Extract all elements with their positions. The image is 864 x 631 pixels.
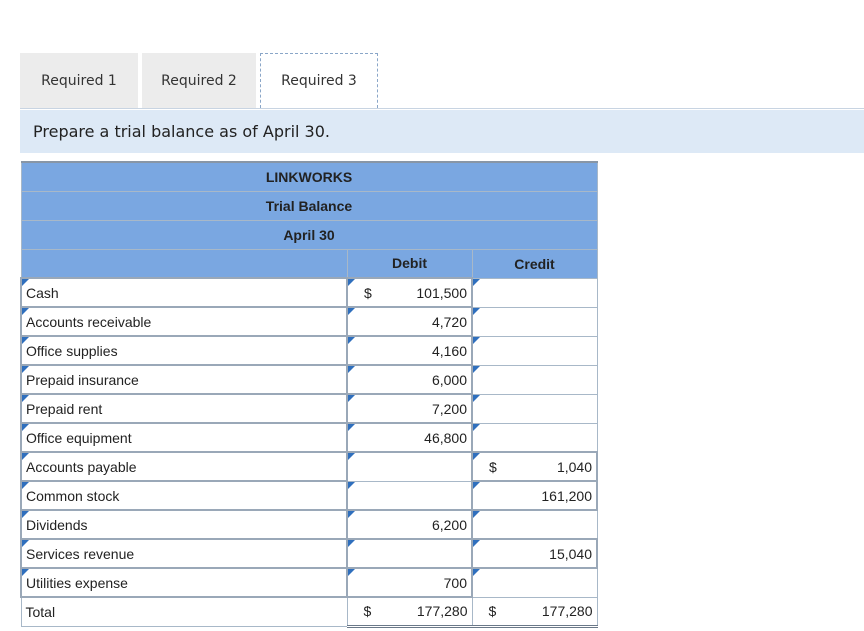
account-name-cell[interactable]: Common stock	[21, 481, 347, 510]
debit-cell-amount: 6,200	[384, 517, 467, 533]
debit-cell[interactable]: $101,500	[347, 278, 472, 307]
total-credit-amount: 177,280	[509, 603, 593, 619]
account-name-cell[interactable]: Services revenue	[21, 539, 347, 568]
account-name-cell[interactable]: Prepaid insurance	[21, 365, 347, 394]
credit-cell-amount: 161,200	[509, 488, 592, 504]
credit-cell[interactable]	[472, 394, 597, 423]
account-name-cell[interactable]: Office equipment	[21, 423, 347, 452]
debit-cell-currency: $	[352, 285, 384, 301]
credit-cell[interactable]	[472, 568, 597, 597]
total-label: Total	[21, 597, 347, 626]
tab-required-2[interactable]: Required 2	[142, 53, 256, 108]
credit-cell[interactable]	[472, 510, 597, 539]
credit-cell[interactable]	[472, 336, 597, 365]
credit-cell[interactable]: $1,040	[472, 452, 597, 481]
debit-cell[interactable]: 6,200	[347, 510, 472, 539]
debit-header: Debit	[347, 249, 472, 278]
credit-cell-currency: $	[477, 459, 509, 475]
table-row: Common stock 161,200	[21, 481, 597, 510]
trial-balance-table: LINKWORKS Trial Balance April 30 Debit C…	[20, 161, 598, 628]
account-name-cell[interactable]: Accounts receivable	[21, 307, 347, 336]
credit-cell[interactable]: 161,200	[472, 481, 597, 510]
account-name-cell[interactable]: Utilities expense	[21, 568, 347, 597]
table-row: Dividends 6,200	[21, 510, 597, 539]
debit-cell[interactable]: 4,160	[347, 336, 472, 365]
debit-cell[interactable]: 7,200	[347, 394, 472, 423]
debit-cell-amount: 46,800	[384, 430, 467, 446]
credit-cell[interactable]	[472, 365, 597, 394]
debit-cell[interactable]	[347, 539, 472, 568]
account-name-cell[interactable]: Office supplies	[21, 336, 347, 365]
debit-cell[interactable]	[347, 452, 472, 481]
account-name-cell[interactable]: Accounts payable	[21, 452, 347, 481]
table-row: Cash$101,500	[21, 278, 597, 307]
credit-cell[interactable]	[472, 278, 597, 307]
debit-cell-amount: 4,160	[384, 343, 467, 359]
debit-cell[interactable]	[347, 481, 472, 510]
debit-cell[interactable]: 4,720	[347, 307, 472, 336]
debit-cell-amount: 4,720	[384, 314, 467, 330]
company-name: LINKWORKS	[21, 162, 597, 191]
debit-cell[interactable]: 6,000	[347, 365, 472, 394]
instruction-banner: Prepare a trial balance as of April 30.	[20, 110, 864, 153]
account-name-cell[interactable]: Dividends	[21, 510, 347, 539]
table-row: Prepaid rent 7,200	[21, 394, 597, 423]
debit-cell[interactable]: 46,800	[347, 423, 472, 452]
credit-header: Credit	[472, 249, 597, 278]
table-row: Utilities expense 700	[21, 568, 597, 597]
credit-cell[interactable]	[472, 423, 597, 452]
tab-bar: Required 1 Required 2 Required 3	[20, 53, 378, 108]
table-row: Prepaid insurance 6,000	[21, 365, 597, 394]
tab-divider	[20, 108, 864, 109]
credit-cell[interactable]	[472, 307, 597, 336]
credit-cell-amount: 1,040	[509, 459, 592, 475]
debit-cell-amount: 7,200	[384, 401, 467, 417]
debit-cell-amount: 101,500	[384, 285, 467, 301]
blank-header	[21, 249, 347, 278]
total-debit-currency: $	[352, 603, 384, 619]
table-row: Accounts payable $1,040	[21, 452, 597, 481]
table-row: Office equipment 46,800	[21, 423, 597, 452]
debit-cell-amount: 6,000	[384, 372, 467, 388]
tab-required-3[interactable]: Required 3	[260, 53, 378, 108]
account-name-cell[interactable]: Cash	[21, 278, 347, 307]
tab-required-1[interactable]: Required 1	[20, 53, 138, 108]
credit-cell-amount: 15,040	[509, 546, 592, 562]
table-row: Office supplies 4,160	[21, 336, 597, 365]
total-row: Total$177,280$177,280	[21, 597, 597, 626]
total-debit-amount: 177,280	[384, 603, 468, 619]
report-date: April 30	[21, 220, 597, 249]
total-credit: $177,280	[472, 597, 597, 626]
total-credit-currency: $	[477, 603, 509, 619]
debit-cell[interactable]: 700	[347, 568, 472, 597]
table-row: Accounts receivable 4,720	[21, 307, 597, 336]
total-debit: $177,280	[347, 597, 472, 626]
account-name-cell[interactable]: Prepaid rent	[21, 394, 347, 423]
report-title: Trial Balance	[21, 191, 597, 220]
table-row: Services revenue 15,040	[21, 539, 597, 568]
debit-cell-amount: 700	[384, 575, 467, 591]
credit-cell[interactable]: 15,040	[472, 539, 597, 568]
